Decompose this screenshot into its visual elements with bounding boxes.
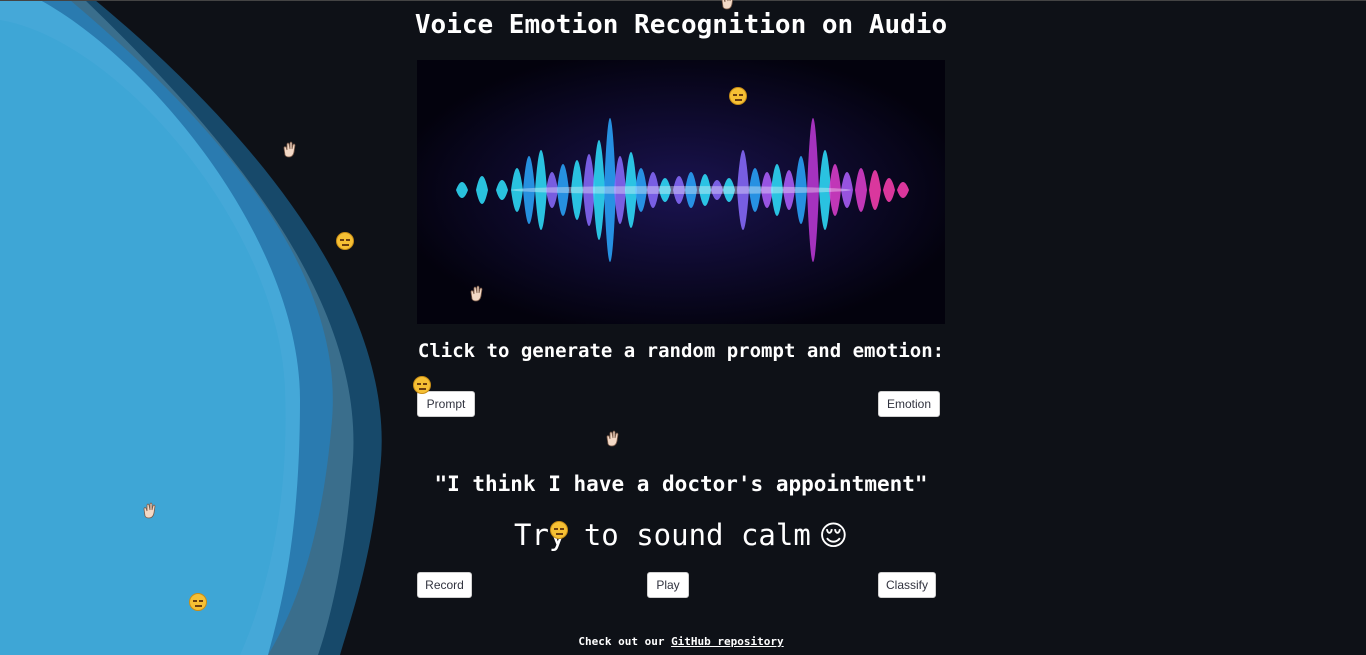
background-wave-decoration bbox=[0, 0, 382, 655]
footer-text: Check out our bbox=[578, 635, 672, 648]
waving-hand-icon bbox=[143, 502, 156, 519]
github-link[interactable]: GitHub repository bbox=[671, 635, 784, 648]
waving-hand-icon bbox=[283, 141, 296, 158]
record-button[interactable]: Record bbox=[417, 572, 472, 598]
relieved-face-icon: 😌 bbox=[818, 519, 848, 552]
classify-button[interactable]: Classify bbox=[878, 572, 936, 598]
relieved-face-icon bbox=[189, 593, 207, 611]
emotion-button[interactable]: Emotion bbox=[878, 391, 940, 417]
prompt-instruction: Click to generate a random prompt and em… bbox=[417, 340, 945, 362]
top-divider bbox=[0, 0, 1366, 1]
relieved-face-icon bbox=[336, 232, 354, 250]
relieved-face-icon bbox=[729, 87, 747, 105]
emotion-target: Try to sound calm 😌 bbox=[407, 518, 955, 552]
footer: Check out our GitHub repository bbox=[417, 635, 945, 648]
relieved-face-icon bbox=[413, 376, 431, 394]
waving-hand-icon bbox=[470, 285, 483, 302]
audio-waveform-banner bbox=[417, 60, 945, 324]
prompt-quote: "I think I have a doctor's appointment" bbox=[434, 472, 928, 496]
waving-hand-icon bbox=[606, 430, 619, 447]
play-button[interactable]: Play bbox=[647, 572, 689, 598]
page-title: Voice Emotion Recognition on Audio bbox=[414, 10, 948, 40]
waving-hand-icon bbox=[721, 0, 733, 10]
relieved-face-icon bbox=[550, 521, 568, 539]
prompt-button[interactable]: Prompt bbox=[417, 391, 475, 417]
